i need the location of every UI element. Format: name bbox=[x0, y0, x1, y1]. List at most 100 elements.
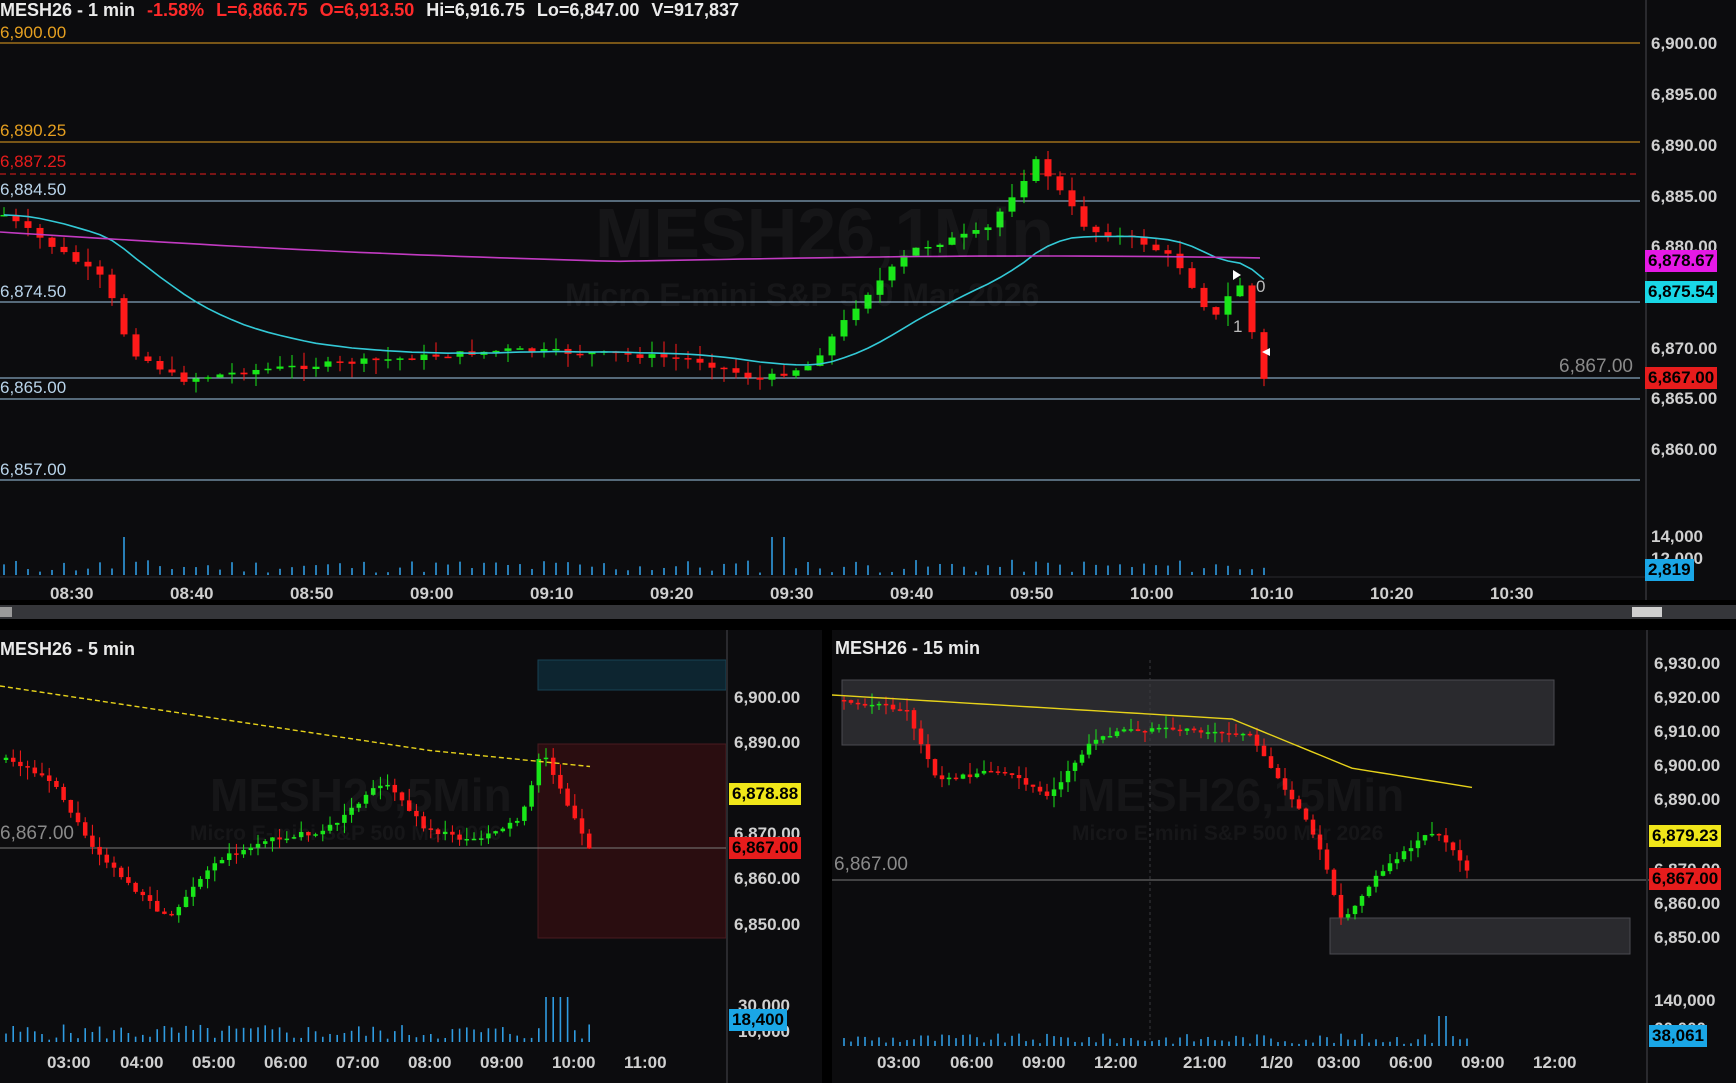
level-label-6857: 6,857.00 bbox=[0, 460, 67, 479]
candle-body bbox=[1205, 732, 1211, 734]
volume-bar bbox=[687, 561, 689, 575]
candle-body bbox=[1164, 250, 1172, 254]
volume-bar bbox=[199, 1024, 202, 1042]
volume-bar bbox=[1137, 1040, 1139, 1046]
candle-body bbox=[1373, 875, 1379, 887]
candle-body bbox=[39, 773, 45, 776]
candle-body bbox=[967, 774, 973, 778]
candle-body bbox=[68, 799, 74, 813]
volume-bar bbox=[314, 1031, 317, 1042]
br-chart-panel[interactable]: MESH26,15Min Micro E-mini S&P 500 Mar 20… bbox=[832, 630, 1736, 1083]
candle-body bbox=[120, 298, 128, 335]
candle-body bbox=[756, 377, 764, 380]
volume-bar bbox=[507, 564, 509, 575]
volume-bar bbox=[365, 1035, 367, 1042]
top-scrollbar-left-thumb[interactable] bbox=[0, 607, 12, 617]
candle-body bbox=[104, 854, 110, 863]
top-time-tick: 09:30 bbox=[770, 584, 814, 600]
volume-bar bbox=[207, 565, 209, 575]
volume-bar bbox=[567, 562, 569, 575]
top-price-tick: 6,885.00 bbox=[1651, 187, 1718, 206]
candle-body bbox=[1254, 734, 1260, 746]
br-price-tick: 6,850.00 bbox=[1654, 928, 1721, 947]
volume-bar bbox=[372, 1026, 374, 1042]
candle-body bbox=[552, 348, 560, 351]
candle-body bbox=[925, 744, 931, 760]
volume-bar bbox=[1403, 1043, 1405, 1046]
volume-bar bbox=[185, 1025, 187, 1042]
candle-body bbox=[1030, 784, 1036, 787]
candle-body bbox=[579, 818, 585, 834]
order-qty-0[interactable]: 0 bbox=[1256, 277, 1265, 297]
candle-body bbox=[61, 786, 66, 800]
candle-body bbox=[1422, 835, 1428, 841]
volume-bar bbox=[1193, 1041, 1195, 1046]
candle-body bbox=[1380, 871, 1386, 876]
volume-bar bbox=[871, 1040, 873, 1046]
volume-bar bbox=[62, 1024, 65, 1042]
volume-bar bbox=[183, 566, 185, 575]
top-scrollbar[interactable] bbox=[0, 605, 1736, 619]
bl-time-tick: 03:00 bbox=[47, 1053, 91, 1072]
volume-bar bbox=[1004, 1042, 1006, 1046]
bl-time-tick: 10:00 bbox=[552, 1053, 596, 1072]
volume-bar bbox=[934, 1040, 936, 1046]
candle-body bbox=[732, 368, 740, 373]
volume-bar bbox=[91, 1031, 94, 1042]
volume-bar bbox=[15, 560, 17, 575]
volume-bar bbox=[603, 563, 605, 575]
candle-body bbox=[1200, 287, 1208, 308]
volume-bar bbox=[387, 572, 389, 575]
volume-bar bbox=[1361, 1033, 1363, 1046]
candle-body bbox=[252, 369, 260, 375]
volume-bar bbox=[1095, 564, 1097, 575]
candle-body bbox=[1023, 778, 1029, 785]
volume-bar bbox=[435, 562, 437, 575]
volume-bar bbox=[962, 1034, 964, 1046]
volume-bar bbox=[171, 569, 173, 575]
volume-bar bbox=[615, 569, 617, 575]
candle-body bbox=[1002, 771, 1008, 774]
order-qty-1[interactable]: 1 bbox=[1233, 317, 1242, 337]
candle-body bbox=[1401, 851, 1407, 860]
bl-chart-panel[interactable]: MESH26,5Min Micro E-mini S&P 500 Mar 202… bbox=[0, 630, 822, 1083]
volume-bar bbox=[399, 567, 401, 575]
volume-bar bbox=[1438, 1016, 1440, 1046]
volume-bar bbox=[430, 1033, 432, 1042]
top-chart-panel[interactable]: MESH26,1Min Micro E-mini S&P 500 Mar 202… bbox=[0, 0, 1736, 600]
top-low-label: Lo=6,847.00 bbox=[536, 0, 640, 20]
volume-bar bbox=[63, 562, 65, 575]
candle-body bbox=[648, 354, 656, 358]
volume-bar bbox=[892, 1037, 894, 1046]
top-sma-tag: 6,878.67 bbox=[1645, 250, 1718, 272]
volume-bar bbox=[885, 1042, 887, 1046]
candle-body bbox=[624, 353, 632, 355]
candle-body bbox=[1236, 285, 1244, 297]
candle-body bbox=[205, 870, 210, 879]
volume-bar bbox=[1071, 571, 1073, 575]
bl-chart-canvas[interactable] bbox=[0, 630, 822, 1083]
candle-body bbox=[48, 237, 56, 247]
volume-bar bbox=[142, 1034, 144, 1042]
top-scrollbar-thumb[interactable] bbox=[1632, 607, 1662, 617]
volume-bar bbox=[555, 562, 557, 575]
volume-bar bbox=[351, 568, 353, 575]
volume-bar bbox=[123, 537, 125, 575]
volume-bar bbox=[1123, 1038, 1125, 1046]
candle-body bbox=[1457, 850, 1463, 861]
candle-body bbox=[869, 704, 875, 707]
volume-bar bbox=[1151, 1041, 1153, 1046]
candle-body bbox=[97, 846, 102, 855]
candle-body bbox=[1443, 835, 1449, 843]
candle-body bbox=[288, 365, 296, 368]
volume-bar bbox=[257, 1027, 259, 1042]
br-chart-canvas[interactable] bbox=[832, 630, 1736, 1083]
candle-body bbox=[54, 781, 59, 787]
volume-bar bbox=[458, 1028, 461, 1042]
volume-bar bbox=[379, 1030, 382, 1042]
bl-watermark-main: MESH26,5Min bbox=[210, 768, 512, 822]
candle-body bbox=[241, 850, 246, 855]
top-price-tick: 6,900.00 bbox=[1651, 34, 1718, 53]
candle-body bbox=[25, 766, 30, 768]
candle-body bbox=[636, 354, 644, 358]
